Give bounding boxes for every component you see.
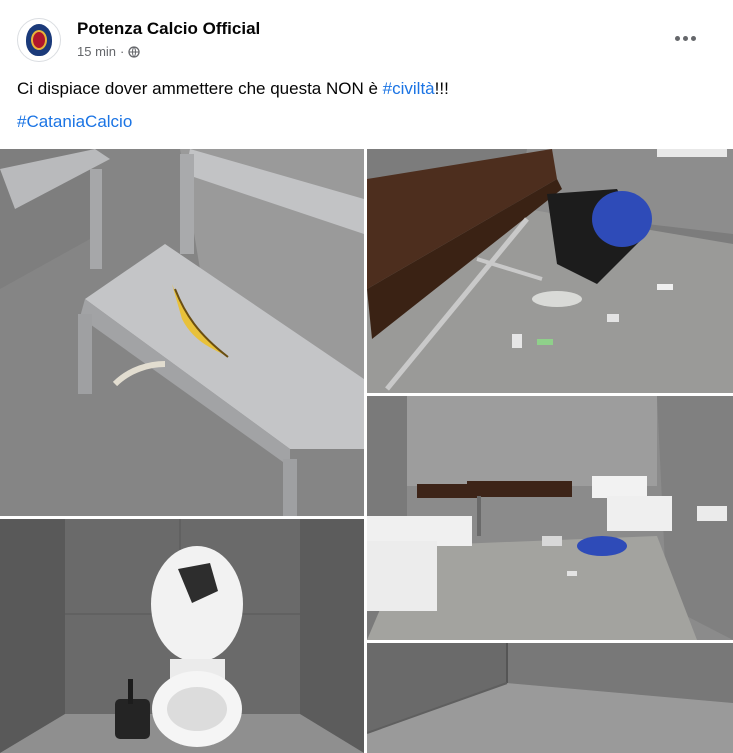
- more-options-button[interactable]: [667, 26, 703, 50]
- photo-bench-banana[interactable]: [0, 149, 364, 516]
- post-text-body: Ci dispiace dover ammettere che questa N…: [17, 79, 383, 98]
- post-text-exclamation: !!!: [434, 79, 449, 98]
- post-timestamp[interactable]: 15 min: [77, 44, 116, 59]
- page-name-link[interactable]: Potenza Calcio Official: [77, 19, 260, 39]
- hashtag-catania-link[interactable]: #CataniaCalcio: [17, 112, 132, 132]
- photo-broken-toilet[interactable]: [0, 519, 364, 753]
- club-crest-icon: [26, 24, 52, 56]
- photo-table-trash[interactable]: [367, 149, 733, 393]
- photo-sinks-room[interactable]: [367, 396, 733, 640]
- globe-icon[interactable]: [128, 45, 141, 58]
- post-meta: 15 min ·: [77, 44, 141, 59]
- post-text: Ci dispiace dover ammettere che questa N…: [17, 78, 449, 100]
- page-avatar[interactable]: [17, 18, 61, 62]
- meta-separator: ·: [120, 44, 125, 59]
- facebook-post: Potenza Calcio Official 15 min · Ci disp…: [0, 0, 733, 753]
- more-options-icon: [674, 35, 680, 41]
- hashtag-civilta-link[interactable]: #civiltà: [383, 79, 435, 98]
- photo-room-corner[interactable]: [367, 643, 733, 753]
